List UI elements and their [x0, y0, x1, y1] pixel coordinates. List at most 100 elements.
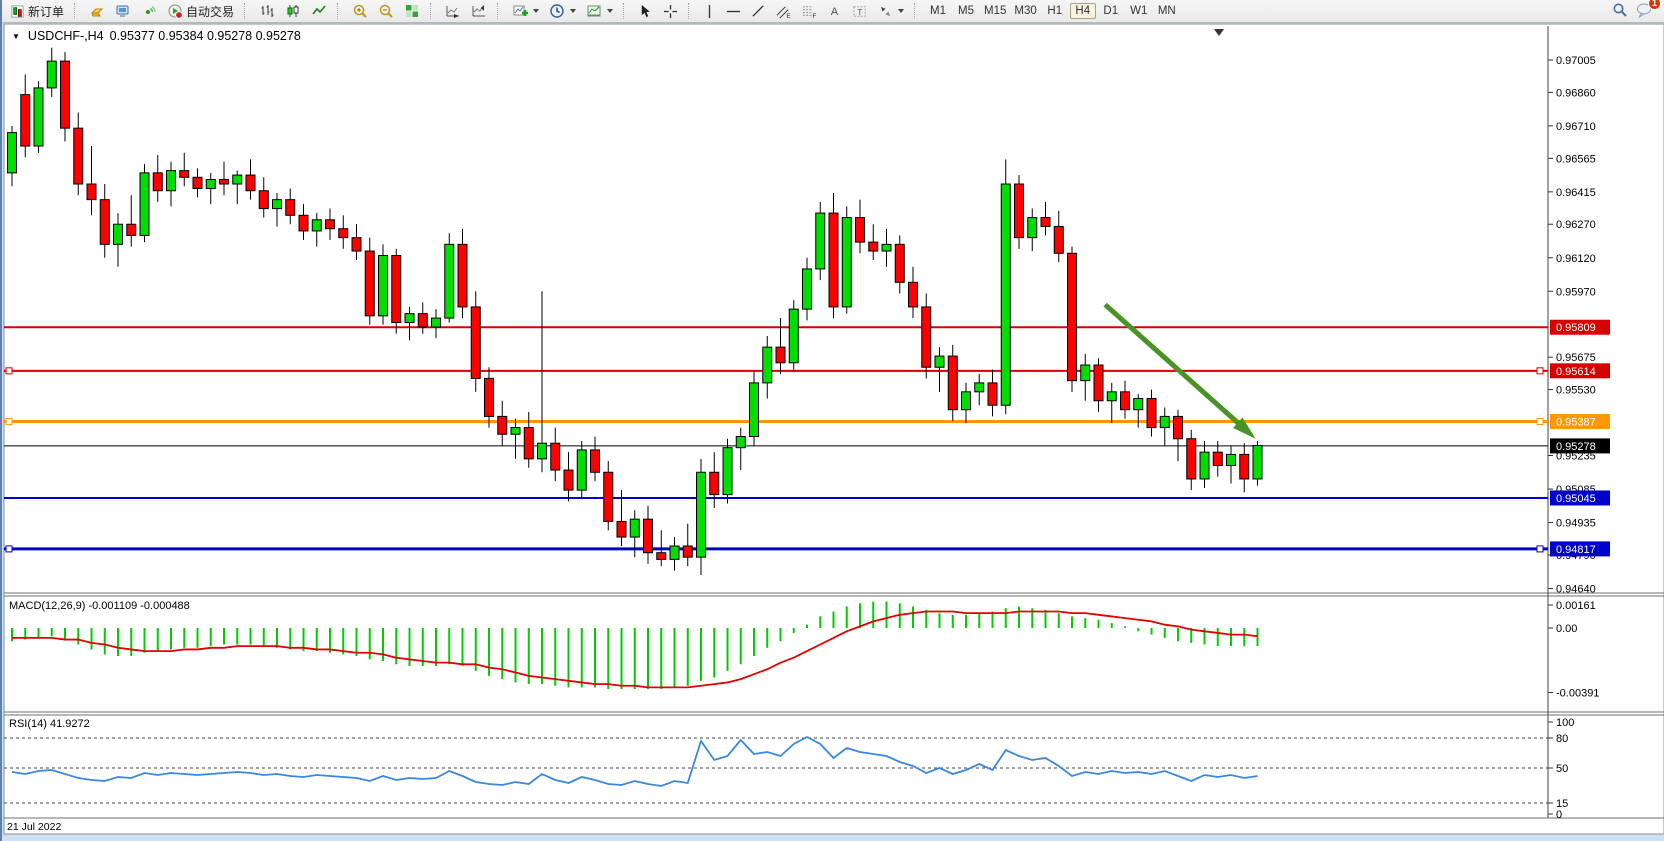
candle — [922, 307, 931, 367]
candle — [895, 244, 904, 282]
candle — [551, 443, 560, 470]
candle — [206, 180, 215, 189]
candle — [988, 383, 997, 405]
candle — [445, 244, 454, 318]
candle — [180, 171, 189, 178]
candle — [259, 191, 268, 209]
candle — [1081, 365, 1090, 381]
candle — [538, 443, 547, 459]
candle — [458, 244, 467, 307]
candle — [524, 428, 533, 459]
candle — [312, 220, 321, 231]
candle — [127, 224, 136, 235]
svg-text:0.95045: 0.95045 — [1556, 493, 1596, 505]
candle — [710, 472, 719, 494]
candle — [392, 256, 401, 323]
macd-indicator-label: MACD(12,26,9) -0.001109 -0.000488 — [9, 600, 190, 612]
svg-text:0.00161: 0.00161 — [1556, 600, 1596, 612]
candle — [485, 378, 494, 416]
candle — [736, 437, 745, 448]
candle — [299, 215, 308, 231]
candle — [8, 133, 17, 173]
candle — [273, 200, 282, 209]
candle — [750, 383, 759, 437]
candle — [74, 128, 83, 184]
candle — [1094, 365, 1103, 401]
candle — [1068, 253, 1077, 380]
price-tick-label: 0.96120 — [1556, 253, 1596, 265]
time-tick-label: 21 Jul 2022 — [7, 821, 61, 833]
candle — [816, 213, 825, 269]
price-tick-label: 0.95675 — [1556, 352, 1596, 364]
candle — [657, 553, 666, 560]
candle — [1121, 392, 1130, 410]
candle — [1107, 392, 1116, 401]
candle — [697, 472, 706, 557]
price-tick-label: 0.95530 — [1556, 385, 1596, 397]
collapse-arrow-icon[interactable]: ▼ — [12, 32, 20, 41]
price-tick-label: 0.96710 — [1556, 121, 1596, 133]
candle — [498, 416, 507, 434]
candle — [882, 244, 891, 251]
candle — [1015, 184, 1024, 238]
candle — [286, 200, 295, 216]
candle — [153, 173, 162, 191]
chart-canvas[interactable]: 0.970050.968600.967100.965650.964150.962… — [2, 0, 1664, 841]
candle — [233, 175, 242, 184]
svg-text:0.95809: 0.95809 — [1556, 322, 1596, 334]
candle — [869, 242, 878, 251]
candle — [763, 347, 772, 383]
chart-symbol: USDCHF-,H4 — [28, 29, 104, 43]
candle — [1134, 399, 1143, 410]
candle — [21, 95, 30, 146]
svg-text:0.95614: 0.95614 — [1556, 366, 1596, 378]
candle — [471, 307, 480, 379]
candle — [1240, 454, 1249, 479]
candle — [379, 256, 388, 316]
candle — [511, 428, 520, 435]
candle — [47, 61, 56, 88]
candle — [617, 521, 626, 537]
candle — [87, 184, 96, 200]
candle — [1174, 416, 1183, 438]
candle — [644, 519, 653, 553]
candle — [723, 448, 732, 495]
candle — [61, 61, 70, 128]
candle — [630, 519, 639, 537]
candle — [1227, 454, 1236, 465]
candle — [1253, 445, 1262, 479]
svg-text:100: 100 — [1556, 717, 1574, 729]
candle — [1001, 184, 1010, 405]
candle — [1054, 226, 1063, 253]
candle — [1160, 416, 1169, 427]
chart-quotes: 0.95377 0.95384 0.95278 0.95278 — [110, 29, 301, 43]
candle — [856, 218, 865, 243]
candle — [246, 175, 255, 191]
candle — [604, 472, 613, 521]
candle — [829, 213, 838, 307]
svg-text:0.95278: 0.95278 — [1556, 441, 1596, 453]
rsi-indicator-label: RSI(14) 41.9272 — [9, 718, 90, 730]
candle — [140, 173, 149, 236]
price-tick-label: 0.96270 — [1556, 219, 1596, 231]
candle — [100, 200, 109, 245]
price-tick-label: 0.96415 — [1556, 187, 1596, 199]
candle — [365, 251, 374, 316]
candle — [577, 450, 586, 490]
candle — [975, 383, 984, 392]
candle — [114, 224, 123, 244]
candle — [948, 356, 957, 410]
svg-text:0.95387: 0.95387 — [1556, 417, 1596, 429]
candle — [352, 238, 361, 251]
candle — [1041, 218, 1050, 227]
price-tick-label: 0.97005 — [1556, 55, 1596, 67]
price-tick-label: 0.94935 — [1556, 518, 1596, 530]
svg-text:80: 80 — [1556, 733, 1568, 745]
candle — [1200, 452, 1209, 479]
price-tick-label: 0.96860 — [1556, 87, 1596, 99]
candle — [167, 171, 176, 191]
candle — [591, 450, 600, 472]
svg-text:0: 0 — [1556, 809, 1562, 821]
candle — [789, 309, 798, 363]
candle — [935, 356, 944, 367]
